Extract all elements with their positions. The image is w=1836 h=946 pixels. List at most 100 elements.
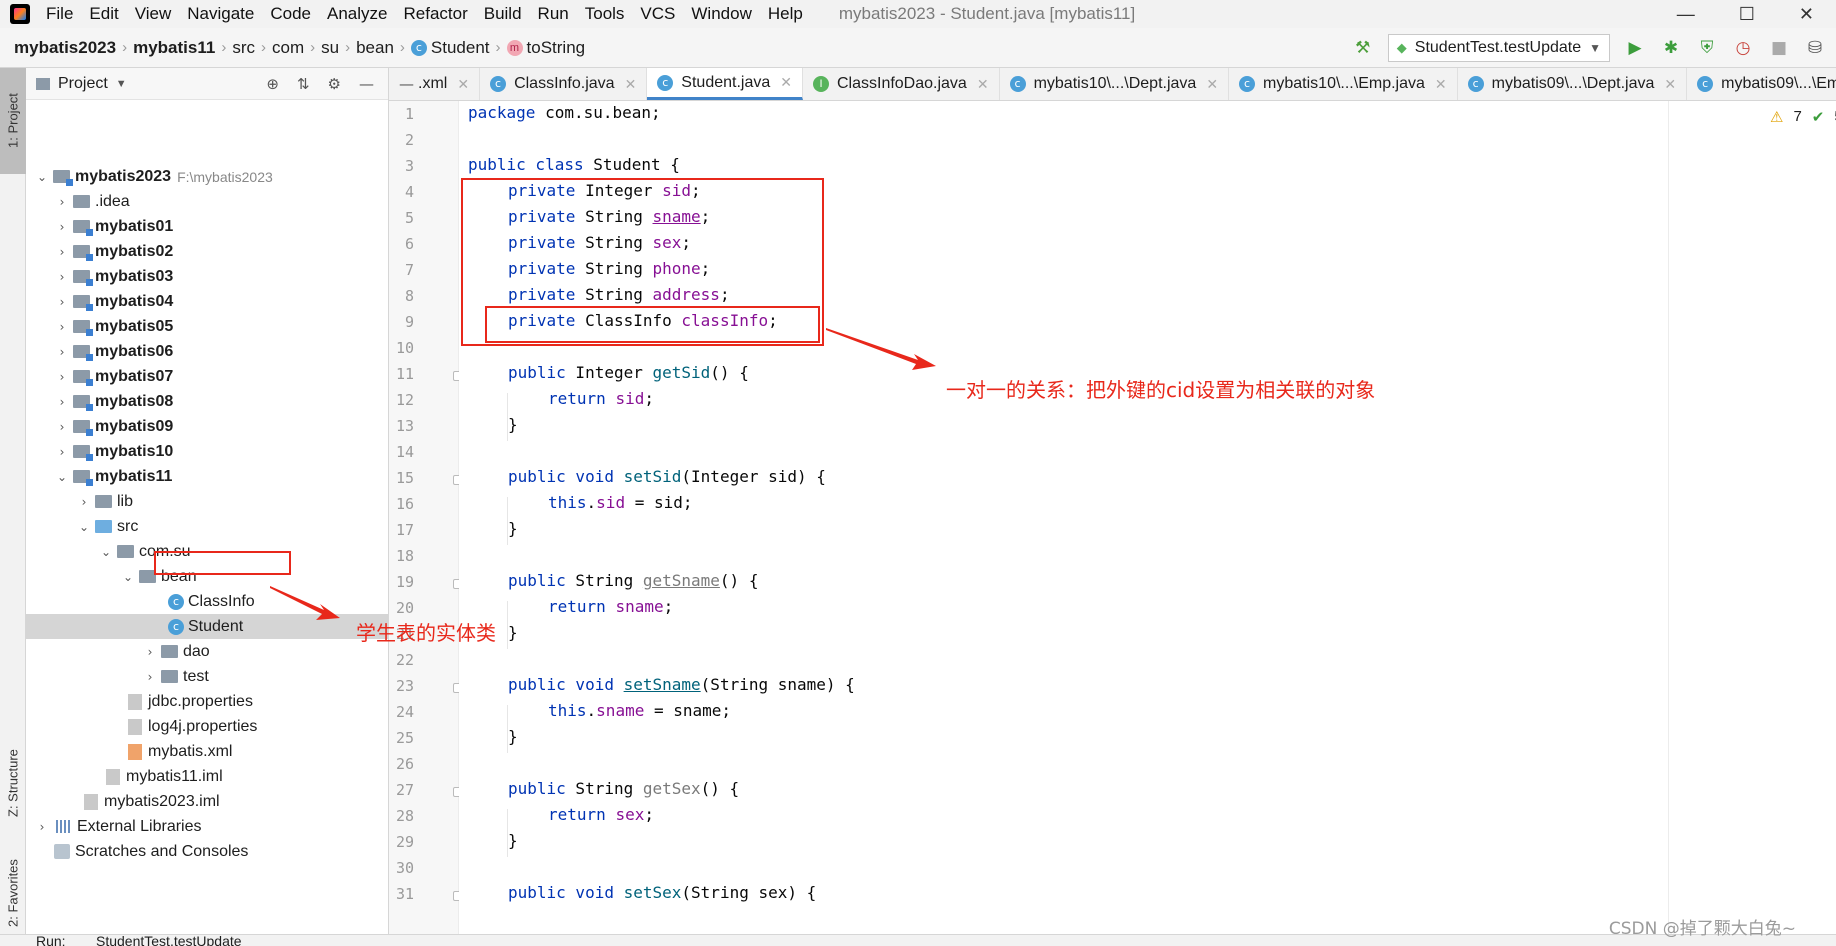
- run-icon[interactable]: ▶: [1624, 37, 1646, 59]
- editor-tab[interactable]: c mybatis10\...\Emp.java ✕: [1229, 68, 1458, 100]
- menu-file[interactable]: File: [38, 4, 81, 24]
- locate-target-icon[interactable]: ⊕: [266, 75, 279, 93]
- breadcrumb-com[interactable]: com: [272, 38, 304, 58]
- editor-tab[interactable]: c mybatis10\...\Dept.java ✕: [1000, 68, 1230, 100]
- menu-vcs[interactable]: VCS: [632, 4, 683, 24]
- tree-node[interactable]: › mybatis08: [26, 389, 388, 414]
- gear-icon[interactable]: ⚙: [328, 75, 341, 93]
- tree-node[interactable]: › mybatis09: [26, 414, 388, 439]
- chevron-right-icon[interactable]: ›: [54, 445, 70, 459]
- structure-tool-tab[interactable]: Z: Structure: [0, 728, 26, 838]
- menu-build[interactable]: Build: [476, 4, 530, 24]
- menu-refactor[interactable]: Refactor: [395, 4, 475, 24]
- chevron-right-icon[interactable]: ›: [54, 245, 70, 259]
- editor-tab[interactable]: — .xml ✕: [389, 68, 481, 100]
- editor-tab[interactable]: c mybatis09\...\Emp.java: [1687, 68, 1836, 100]
- debug-bug-icon[interactable]: ✱: [1660, 37, 1682, 59]
- tree-node[interactable]: › External Libraries: [26, 814, 388, 839]
- favorites-tool-tab[interactable]: 2: Favorites: [0, 843, 26, 943]
- editor-tab[interactable]: c ClassInfo.java ✕: [480, 68, 648, 100]
- tree-node[interactable]: › mybatis06: [26, 339, 388, 364]
- tree-node-root[interactable]: ⌄ mybatis2023 F:\mybatis2023: [26, 164, 388, 189]
- breadcrumb-src[interactable]: src: [232, 38, 255, 58]
- tree-node[interactable]: › mybatis01: [26, 214, 388, 239]
- menu-view[interactable]: View: [127, 4, 180, 24]
- run-tool-label[interactable]: Run:: [36, 935, 66, 946]
- menu-help[interactable]: Help: [760, 4, 811, 24]
- chevron-right-icon[interactable]: ›: [54, 370, 70, 384]
- close-icon[interactable]: ✕: [1664, 76, 1676, 93]
- chevron-right-icon[interactable]: ›: [54, 220, 70, 234]
- chevron-right-icon[interactable]: ›: [54, 320, 70, 334]
- close-window-button[interactable]: ✕: [1799, 4, 1814, 25]
- menu-run[interactable]: Run: [530, 4, 577, 24]
- close-icon[interactable]: ✕: [780, 74, 792, 91]
- menu-edit[interactable]: Edit: [81, 4, 126, 24]
- menu-code[interactable]: Code: [262, 4, 319, 24]
- close-icon[interactable]: ✕: [625, 76, 637, 93]
- chevron-right-icon[interactable]: ›: [54, 295, 70, 309]
- tree-node[interactable]: mybatis2023.iml: [26, 789, 388, 814]
- editor-tab-active[interactable]: c Student.java ✕: [647, 68, 803, 100]
- breadcrumb-method[interactable]: toString: [527, 38, 586, 58]
- chevron-down-icon[interactable]: ⌄: [98, 545, 114, 559]
- chevron-right-icon[interactable]: ›: [54, 195, 70, 209]
- tree-node[interactable]: log4j.properties: [26, 714, 388, 739]
- menu-tools[interactable]: Tools: [577, 4, 633, 24]
- chevron-right-icon[interactable]: ›: [54, 420, 70, 434]
- run-configuration-select[interactable]: ◆ StudentTest.testUpdate ▼: [1387, 33, 1610, 62]
- project-panel-title[interactable]: Project: [58, 75, 108, 93]
- vcs-icon[interactable]: ⛁: [1804, 37, 1826, 59]
- editor-tab[interactable]: c mybatis09\...\Dept.java ✕: [1458, 68, 1688, 100]
- chevron-down-icon[interactable]: ⌄: [34, 170, 50, 184]
- chevron-right-icon[interactable]: ›: [54, 395, 70, 409]
- collapse-all-icon[interactable]: ⇅: [297, 75, 310, 93]
- tree-node[interactable]: › mybatis04: [26, 289, 388, 314]
- editor-tab[interactable]: I ClassInfoDao.java ✕: [803, 68, 1000, 100]
- profile-icon[interactable]: ◷: [1732, 37, 1754, 59]
- tree-node[interactable]: jdbc.properties: [26, 689, 388, 714]
- menu-analyze[interactable]: Analyze: [319, 4, 395, 24]
- chevron-right-icon[interactable]: ›: [142, 670, 158, 684]
- breadcrumb-class[interactable]: Student: [431, 38, 490, 58]
- tree-node[interactable]: › .idea: [26, 189, 388, 214]
- stop-icon[interactable]: ■: [1768, 37, 1790, 59]
- menu-navigate[interactable]: Navigate: [179, 4, 262, 24]
- close-icon[interactable]: ✕: [1206, 76, 1218, 93]
- chevron-down-icon[interactable]: ▼: [116, 78, 127, 90]
- close-icon[interactable]: ✕: [1435, 76, 1447, 93]
- tree-node[interactable]: › mybatis03: [26, 264, 388, 289]
- breadcrumb-bean[interactable]: bean: [356, 38, 394, 58]
- close-icon[interactable]: ✕: [977, 76, 989, 93]
- chevron-down-icon[interactable]: ⌄: [120, 570, 136, 584]
- tree-node[interactable]: › mybatis10: [26, 439, 388, 464]
- tree-node[interactable]: Scratches and Consoles: [26, 839, 388, 864]
- tree-node[interactable]: mybatis.xml: [26, 739, 388, 764]
- tree-node[interactable]: › dao: [26, 639, 388, 664]
- tree-node[interactable]: › mybatis05: [26, 314, 388, 339]
- breadcrumb-module[interactable]: mybatis11: [133, 38, 215, 58]
- build-hammer-icon[interactable]: ⚒: [1352, 37, 1374, 59]
- run-tab[interactable]: StudentTest.testUpdate: [96, 935, 242, 946]
- tree-node[interactable]: › mybatis02: [26, 239, 388, 264]
- chevron-right-icon[interactable]: ›: [54, 345, 70, 359]
- tree-node[interactable]: › lib: [26, 489, 388, 514]
- close-icon[interactable]: ✕: [457, 76, 469, 93]
- chevron-down-icon[interactable]: ⌄: [54, 470, 70, 484]
- tree-node[interactable]: › mybatis07: [26, 364, 388, 389]
- chevron-down-icon[interactable]: ⌄: [76, 520, 92, 534]
- maximize-button[interactable]: ☐: [1739, 4, 1755, 25]
- inspection-widget[interactable]: ⚠7 ✔5: [1770, 108, 1836, 126]
- minimize-button[interactable]: —: [1677, 4, 1695, 25]
- tree-node[interactable]: › test: [26, 664, 388, 689]
- project-tool-tab[interactable]: 1: Project: [0, 68, 26, 174]
- hide-panel-icon[interactable]: —: [359, 75, 374, 93]
- breadcrumb-su[interactable]: su: [321, 38, 339, 58]
- menu-window[interactable]: Window: [683, 4, 759, 24]
- chevron-right-icon[interactable]: ›: [54, 270, 70, 284]
- breadcrumb-project[interactable]: mybatis2023: [14, 38, 116, 58]
- tree-node[interactable]: ⌄ mybatis11: [26, 464, 388, 489]
- tree-node[interactable]: mybatis11.iml: [26, 764, 388, 789]
- coverage-icon[interactable]: ⛨: [1696, 37, 1718, 59]
- chevron-right-icon[interactable]: ›: [34, 820, 50, 834]
